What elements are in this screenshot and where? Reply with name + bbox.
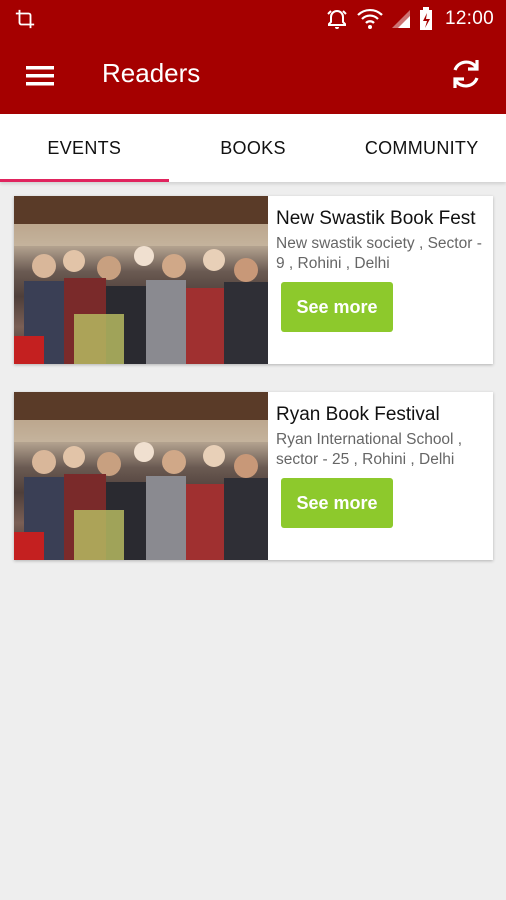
tab-events[interactable]: EVENTS [0, 114, 169, 182]
app-title: Readers [102, 58, 201, 88]
wifi-icon [357, 8, 383, 29]
event-details: Ryan Book Festival Ryan International Sc… [268, 392, 493, 560]
battery-icon [419, 7, 432, 30]
app-bar: Readers [0, 38, 506, 114]
tab-books-label: BOOKS [220, 137, 286, 158]
signal-icon [391, 10, 410, 28]
tab-community[interactable]: COMMUNITY [337, 114, 506, 182]
event-card[interactable]: New Swastik Book Fest New swastik societ… [14, 196, 493, 364]
alarm-icon [327, 9, 347, 29]
events-list: New Swastik Book Fest New swastik societ… [14, 196, 493, 588]
tab-bar: EVENTS BOOKS COMMUNITY [0, 114, 506, 182]
event-card[interactable]: Ryan Book Festival Ryan International Sc… [14, 392, 493, 560]
event-details: New Swastik Book Fest New swastik societ… [268, 196, 493, 364]
event-address: Ryan International School , sector - 25 … [276, 431, 463, 468]
see-more-button[interactable]: See more [281, 282, 393, 332]
tab-books[interactable]: BOOKS [169, 114, 338, 182]
refresh-icon[interactable] [446, 54, 486, 94]
hamburger-menu-icon[interactable] [20, 60, 60, 92]
tab-community-label: COMMUNITY [364, 137, 479, 158]
status-icons: 12:00 [325, 6, 494, 32]
event-photo [14, 392, 268, 560]
event-address: New swastik society , Sector - 9 , Rohin… [276, 235, 482, 272]
status-time: 12:00 [444, 8, 494, 29]
crop-icon [15, 9, 35, 29]
status-bar: 12:00 [0, 0, 506, 38]
event-title: New Swastik Book Fest [276, 208, 476, 229]
see-more-button[interactable]: See more [281, 478, 393, 528]
event-title: Ryan Book Festival [276, 404, 440, 425]
event-photo [14, 196, 268, 364]
tab-events-label: EVENTS [47, 137, 122, 158]
